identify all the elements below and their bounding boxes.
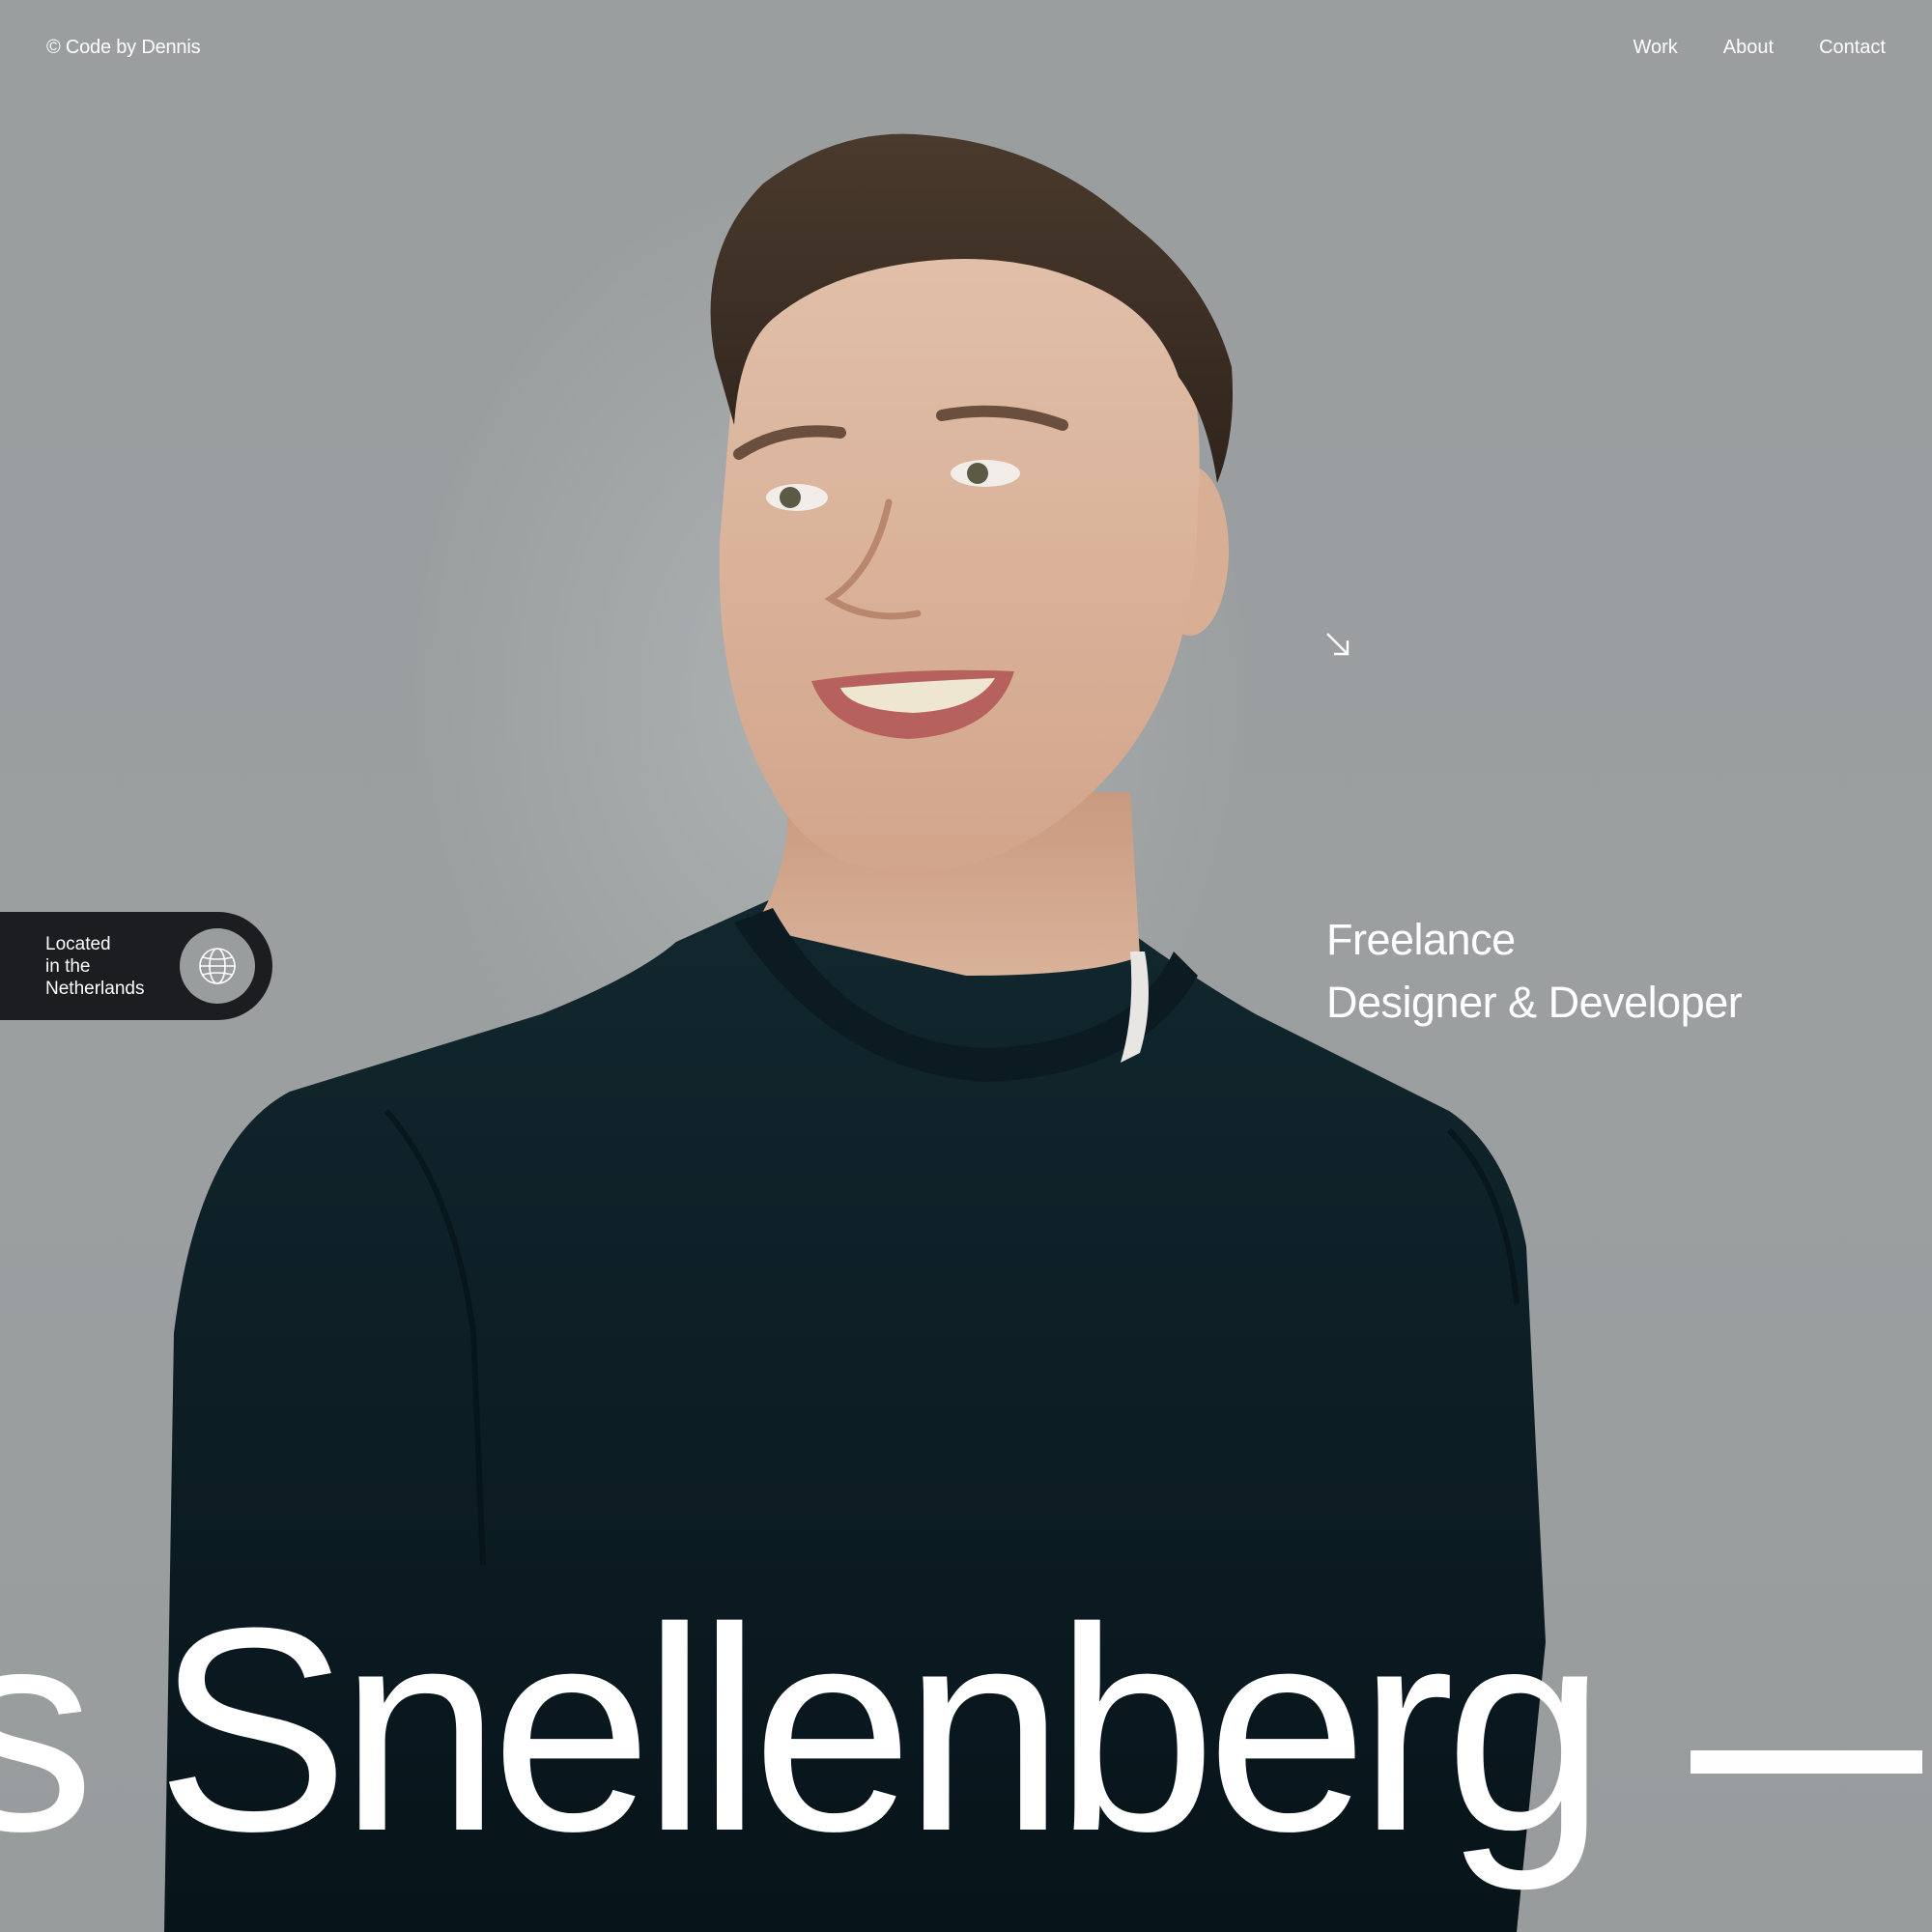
marquee-dash (1690, 1750, 1922, 1774)
location-text: Located in the Netherlands (45, 933, 161, 1000)
globe-icon (180, 928, 255, 1004)
main-nav: Work About Contact (1633, 37, 1886, 59)
nav-contact[interactable]: Contact (1819, 37, 1886, 59)
location-line-2: in the (45, 956, 91, 977)
nav-about[interactable]: About (1723, 37, 1774, 59)
role-title: Freelance Designer & Developer (1326, 908, 1743, 1034)
location-line-3: Netherlands (45, 979, 145, 999)
location-line-1: Located (45, 934, 111, 954)
name-marquee: s Snellenberg (0, 1567, 1606, 1891)
location-badge: Located in the Netherlands (0, 912, 272, 1020)
arrow-down-right-icon (1326, 633, 1350, 656)
role-line-2: Designer & Developer (1326, 978, 1743, 1027)
role-line-1: Freelance (1326, 915, 1516, 964)
nav-work[interactable]: Work (1633, 37, 1677, 59)
brand-logo[interactable]: © Code by Dennis (46, 37, 201, 59)
